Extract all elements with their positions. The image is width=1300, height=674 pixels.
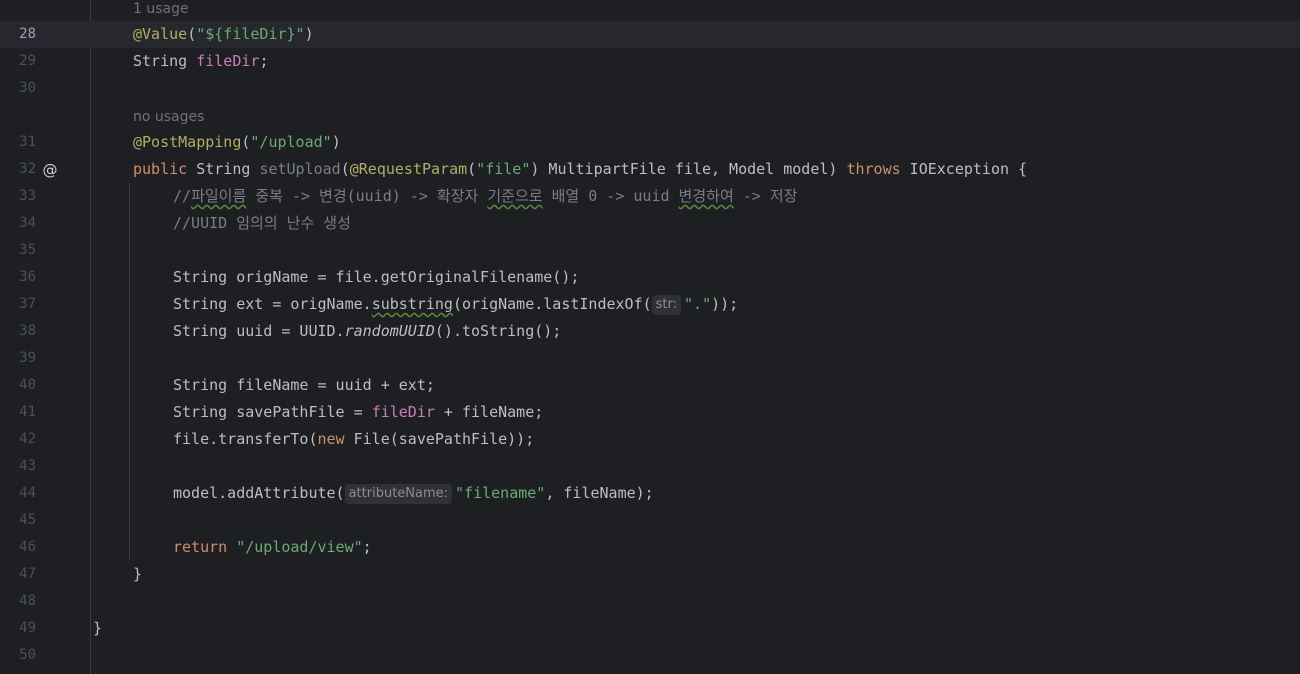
line-number[interactable]: 49	[0, 615, 36, 642]
line-number[interactable]: 29	[0, 48, 36, 75]
string-literal: "/upload/view"	[236, 538, 363, 556]
line-number[interactable]: 32	[0, 156, 36, 183]
comment: //UUID 임의의 난수 생성	[173, 214, 351, 232]
implemented-method-icon[interactable]: @	[41, 161, 59, 179]
code-text: @Value("${fileDir}")	[133, 25, 314, 43]
line-number[interactable]: 46	[0, 534, 36, 561]
keyword: new	[317, 430, 345, 448]
code-line-46[interactable]: 46 return "/upload/view";	[0, 534, 1300, 561]
parameter-hint: str:	[651, 295, 682, 315]
keyword: throws	[846, 160, 901, 178]
usages-hint[interactable]: 1 usage	[133, 0, 189, 18]
line-number[interactable]: 34	[0, 210, 36, 237]
line-number[interactable]: 33	[0, 183, 36, 210]
typo-word: 파일이름	[191, 187, 247, 205]
string-literal: "."	[684, 295, 712, 313]
code-line-42[interactable]: 42 file.transferTo(new File(savePathFile…	[0, 426, 1300, 453]
typo-word: 기준으로	[487, 187, 543, 205]
line-number[interactable]: 45	[0, 507, 36, 534]
line-number[interactable]: 47	[0, 561, 36, 588]
line-number[interactable]: 42	[0, 426, 36, 453]
code-line-45[interactable]: 45	[0, 507, 1300, 534]
code-text: }	[133, 565, 143, 583]
code-line-31[interactable]: 31 @PostMapping("/upload")	[0, 129, 1300, 156]
code-line-43[interactable]: 43	[0, 453, 1300, 480]
keyword: public	[133, 160, 188, 178]
line-number[interactable]: 35	[0, 237, 36, 264]
field-name: fileDir	[196, 52, 260, 70]
code-editor[interactable]: 1 usage 28 @Value("${fileDir}") 29 Strin…	[0, 0, 1300, 674]
annotation: @Value	[133, 25, 188, 43]
code-line-28[interactable]: 28 @Value("${fileDir}")	[0, 21, 1300, 48]
parameter-hint: attributeName:	[344, 484, 453, 504]
line-number[interactable]: 30	[0, 75, 36, 102]
code-line-48[interactable]: 48	[0, 588, 1300, 615]
code-line-49[interactable]: 49 }	[0, 615, 1300, 642]
field-name: fileDir	[371, 403, 435, 421]
annotation: @RequestParam	[349, 160, 468, 178]
line-number[interactable]: 40	[0, 372, 36, 399]
code-line-38[interactable]: 38 String uuid = UUID.randomUUID().toStr…	[0, 318, 1300, 345]
string-literal: "filename"	[455, 484, 546, 502]
code-line-32[interactable]: 32 @ public String setUpload(@RequestPar…	[0, 156, 1300, 183]
code-text: String fileName = uuid + ext;	[173, 376, 435, 394]
string-literal: "/upload"	[250, 133, 332, 151]
code-line-29[interactable]: 29 String fileDir;	[0, 48, 1300, 75]
code-text: public String setUpload(@RequestParam("f…	[133, 160, 1028, 178]
code-text: String savePathFile = fileDir + fileName…	[173, 403, 544, 421]
code-line-41[interactable]: 41 String savePathFile = fileDir + fileN…	[0, 399, 1300, 426]
code-line-40[interactable]: 40 String fileName = uuid + ext;	[0, 372, 1300, 399]
code-line-37[interactable]: 37 String ext = origName.substring(origN…	[0, 291, 1300, 318]
string-literal: "${fileDir}"	[196, 25, 305, 43]
code-text: file.transferTo(new File(savePathFile));	[173, 430, 535, 448]
code-line-50[interactable]: 50	[0, 642, 1300, 669]
code-line-30[interactable]: 30	[0, 75, 1300, 102]
line-number[interactable]: 43	[0, 453, 36, 480]
line-number[interactable]: 31	[0, 129, 36, 156]
code-line-44[interactable]: 44 model.addAttribute(attributeName: "fil…	[0, 480, 1300, 507]
code-line-34[interactable]: 34 //UUID 임의의 난수 생성	[0, 210, 1300, 237]
comment: //파일이름 중복 -> 변경(uuid) -> 확장자 기준으로 배열 0 -…	[173, 187, 798, 205]
line-number[interactable]: 28	[0, 21, 36, 48]
code-text: model.addAttribute(attributeName: "filena…	[173, 484, 654, 504]
string-literal: "file"	[476, 160, 531, 178]
line-number[interactable]: 48	[0, 588, 36, 615]
static-method: randomUUID	[344, 322, 435, 340]
typo-word: 변경하여	[678, 187, 734, 205]
code-line-47[interactable]: 47 }	[0, 561, 1300, 588]
code-text: String ext = origName.substring(origName…	[173, 295, 739, 315]
code-text: String fileDir;	[133, 52, 269, 70]
code-text: }	[93, 619, 103, 637]
line-number[interactable]: 44	[0, 480, 36, 507]
annotation: @PostMapping	[133, 133, 242, 151]
line-number[interactable]: 41	[0, 399, 36, 426]
usages-hint[interactable]: no usages	[133, 108, 204, 126]
code-text: String uuid = UUID.randomUUID().toString…	[173, 322, 562, 340]
code-line-39[interactable]: 39	[0, 345, 1300, 372]
code-line-33[interactable]: 33 //파일이름 중복 -> 변경(uuid) -> 확장자 기준으로 배열 …	[0, 183, 1300, 210]
code-text: @PostMapping("/upload")	[133, 133, 341, 151]
code-text: return "/upload/view";	[173, 538, 372, 556]
code-line-36[interactable]: 36 String origName = file.getOriginalFil…	[0, 264, 1300, 291]
line-number[interactable]: 37	[0, 291, 36, 318]
warning-underline: substring	[371, 295, 453, 313]
keyword: return	[173, 538, 228, 556]
code-line-35[interactable]: 35	[0, 237, 1300, 264]
line-number[interactable]: 36	[0, 264, 36, 291]
line-number[interactable]: 50	[0, 642, 36, 669]
method-name: setUpload	[259, 160, 341, 178]
code-text: String origName = file.getOriginalFilena…	[173, 268, 580, 286]
line-number[interactable]: 38	[0, 318, 36, 345]
line-number[interactable]: 39	[0, 345, 36, 372]
